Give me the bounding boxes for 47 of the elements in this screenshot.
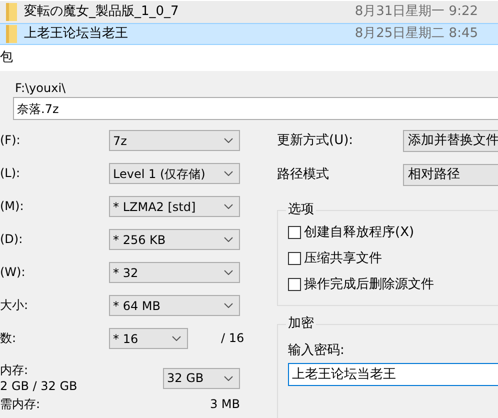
thread-count: / 16 [221,330,244,347]
password-field[interactable]: 上老王论坛当老王 [288,362,498,386]
checkbox-label: 创建自释放程序(X) [304,224,414,242]
field-label: (W): [0,264,26,281]
field-label: 输入密码: [288,342,344,360]
archive-name-combo[interactable]: 奈落.7z [13,97,498,120]
chevron-icon [224,270,233,275]
field-label: 更新方式(U): [277,132,354,150]
chevron-icon [224,303,233,308]
field-label: (D): [0,231,24,248]
dropdown[interactable]: Level 1 (仅存储) [109,163,240,184]
checkbox[interactable] [288,252,301,265]
field-label: (L): [0,165,22,182]
checkbox-label: 压缩共享文件 [304,250,382,268]
chevron-icon [224,237,233,242]
group-title: 选项 [286,202,316,218]
chevron-icon [224,376,233,380]
field-label: 需内存: [0,397,40,411]
checkbox[interactable] [288,278,301,291]
dropdown[interactable]: * 256 KB [109,229,240,250]
chevron-icon [224,138,233,143]
path-label: F:\youxi\ [14,80,67,97]
checkbox[interactable] [288,226,301,239]
folder-icon [6,25,17,43]
field-label: 数: [0,330,18,347]
memory-usage: 2 GB / 32 GB [0,378,78,394]
chevron-icon [224,171,233,176]
file-row[interactable]: 上老王论坛当老王 8月25日星期二 8:45 [0,23,498,45]
file-row[interactable]: 変転の魔女_製品版_1_0_7 8月31日星期一 9:22 [0,1,498,23]
chevron-icon [224,204,233,209]
folder-icon [6,3,17,21]
dropdown[interactable]: * 32 [109,262,240,283]
dropdown[interactable]: * 16 [109,328,188,349]
chevron-icon [172,336,181,341]
field-label: 路径模式 [277,166,330,184]
dropdown[interactable]: 32 GB [163,368,240,388]
dialog-title: 包 [0,49,13,68]
dropdown[interactable]: * LZMA2 [std] [109,196,240,217]
memory-value: 3 MB [210,397,240,411]
field-label: (M): [0,198,25,215]
dropdown[interactable]: 7z [109,130,240,151]
dropdown[interactable]: 相对路径 [403,164,498,186]
field-label: 大小: [0,297,30,314]
field-label: (F): [0,132,22,149]
field-label: 内存: [0,362,28,378]
dropdown[interactable]: * 64 MB [109,295,240,316]
checkbox-label: 操作完成后删除源文件 [304,276,434,294]
